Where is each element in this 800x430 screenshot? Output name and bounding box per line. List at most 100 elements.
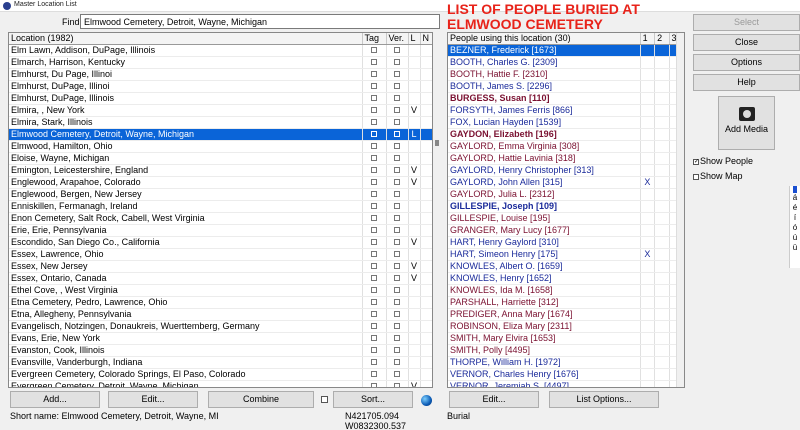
- tag-cell[interactable]: [362, 308, 387, 321]
- ver-cell[interactable]: [386, 140, 409, 153]
- tag-checkbox[interactable]: [371, 167, 377, 174]
- tag-checkbox[interactable]: [371, 239, 377, 246]
- add-button[interactable]: Add...: [10, 391, 100, 408]
- tag-checkbox[interactable]: [371, 251, 377, 258]
- tag-cell[interactable]: [362, 188, 387, 201]
- scroll-thumb[interactable]: [435, 140, 439, 146]
- tag-cell[interactable]: [362, 320, 387, 333]
- ver-cell[interactable]: [386, 128, 409, 141]
- special-char[interactable]: ü: [790, 243, 800, 253]
- person-row[interactable]: GRANGER, Mary Lucy [1677]: [448, 224, 684, 237]
- tag-cell[interactable]: [362, 92, 387, 105]
- ver-cell[interactable]: [386, 80, 409, 93]
- ver-checkbox[interactable]: [394, 167, 400, 174]
- tag-checkbox[interactable]: [371, 71, 377, 78]
- ver-checkbox[interactable]: [394, 143, 400, 150]
- ver-checkbox[interactable]: [394, 59, 400, 66]
- ver-cell[interactable]: [386, 200, 409, 213]
- select-button[interactable]: Select: [693, 14, 800, 31]
- ver-cell[interactable]: [386, 320, 409, 333]
- list-options-button[interactable]: List Options...: [549, 391, 659, 408]
- location-row[interactable]: Englewood, Arapahoe, Colorado V: [9, 176, 432, 189]
- ver-cell[interactable]: [386, 356, 409, 369]
- ver-cell[interactable]: [386, 332, 409, 345]
- tag-cell[interactable]: [362, 164, 387, 177]
- ver-cell[interactable]: [386, 272, 409, 285]
- ver-cell[interactable]: [386, 152, 409, 165]
- tag-checkbox[interactable]: [371, 191, 377, 198]
- col-l-header[interactable]: L: [408, 33, 421, 45]
- ver-cell[interactable]: [386, 260, 409, 273]
- person-row[interactable]: GAYLORD, Henry Christopher [313]: [448, 164, 684, 177]
- location-row[interactable]: Englewood, Bergen, New Jersey: [9, 188, 432, 201]
- special-char[interactable]: ú: [790, 233, 800, 243]
- col-location-header[interactable]: Location (1982): [9, 33, 363, 45]
- tag-cell[interactable]: [362, 248, 387, 261]
- person-row[interactable]: BURGESS, Susan [110]: [448, 92, 684, 105]
- tag-cell[interactable]: [362, 224, 387, 237]
- ver-checkbox[interactable]: [394, 191, 400, 198]
- tag-checkbox[interactable]: [371, 119, 377, 126]
- options-button[interactable]: Options: [693, 54, 800, 71]
- tag-checkbox[interactable]: [371, 275, 377, 282]
- location-row[interactable]: Elm Lawn, Addison, DuPage, Illinois: [9, 44, 432, 57]
- add-media-button[interactable]: Add Media: [718, 96, 775, 150]
- ver-checkbox[interactable]: [394, 383, 400, 387]
- tag-cell[interactable]: [362, 128, 387, 141]
- ver-cell[interactable]: [386, 212, 409, 225]
- person-row[interactable]: SMITH, Polly [4495]: [448, 344, 684, 357]
- ver-checkbox[interactable]: [394, 227, 400, 234]
- show-people-option[interactable]: ✓Show People: [693, 156, 753, 166]
- ver-cell[interactable]: [386, 224, 409, 237]
- person-row[interactable]: HART, Simeon Henry [175] X: [448, 248, 684, 261]
- special-char[interactable]: ó: [790, 223, 800, 233]
- col-2-header[interactable]: 2: [654, 33, 670, 45]
- person-row[interactable]: GAYDON, Elizabeth [196]: [448, 128, 684, 141]
- close-button[interactable]: Close: [693, 34, 800, 51]
- tag-checkbox[interactable]: [371, 59, 377, 66]
- person-row[interactable]: GAYLORD, Emma Virginia [308]: [448, 140, 684, 153]
- ver-checkbox[interactable]: [394, 131, 400, 138]
- show-map-option[interactable]: Show Map: [693, 171, 743, 181]
- ver-cell[interactable]: [386, 296, 409, 309]
- ver-checkbox[interactable]: [394, 299, 400, 306]
- ver-checkbox[interactable]: [394, 107, 400, 114]
- person-row[interactable]: PREDIGER, Anna Mary [1674]: [448, 308, 684, 321]
- find-input[interactable]: [80, 14, 440, 29]
- help-button[interactable]: Help: [693, 74, 800, 91]
- location-scrollbar[interactable]: [433, 32, 441, 388]
- tag-checkbox[interactable]: [371, 155, 377, 162]
- edit-location-button[interactable]: Edit...: [108, 391, 198, 408]
- ver-checkbox[interactable]: [394, 215, 400, 222]
- location-row[interactable]: Essex, Ontario, Canada V: [9, 272, 432, 285]
- tag-checkbox[interactable]: [371, 215, 377, 222]
- location-row[interactable]: Elmwood, Hamilton, Ohio: [9, 140, 432, 153]
- tag-cell[interactable]: [362, 44, 387, 57]
- ver-checkbox[interactable]: [394, 359, 400, 366]
- people-list[interactable]: People using this location (30) 1 2 3 BE…: [447, 32, 685, 388]
- tag-checkbox[interactable]: [371, 335, 377, 342]
- tag-checkbox[interactable]: [371, 227, 377, 234]
- person-row[interactable]: KNOWLES, Albert O. [1659]: [448, 260, 684, 273]
- ver-cell[interactable]: [386, 44, 409, 57]
- tag-cell[interactable]: [362, 68, 387, 81]
- ver-checkbox[interactable]: [394, 263, 400, 270]
- person-row[interactable]: FOX, Lucian Hayden [1539]: [448, 116, 684, 129]
- col-tag-header[interactable]: Tag: [362, 33, 387, 45]
- ver-checkbox[interactable]: [394, 239, 400, 246]
- location-row[interactable]: Evans, Erie, New York: [9, 332, 432, 345]
- tag-checkbox[interactable]: [371, 143, 377, 150]
- ver-cell[interactable]: [386, 308, 409, 321]
- show-map-checkbox[interactable]: [693, 173, 699, 180]
- location-row[interactable]: Elmira, Stark, Illinois: [9, 116, 432, 129]
- ver-cell[interactable]: [386, 188, 409, 201]
- person-row[interactable]: GAYLORD, Julia L. [2312]: [448, 188, 684, 201]
- ver-cell[interactable]: [386, 176, 409, 189]
- ver-checkbox[interactable]: [394, 47, 400, 54]
- tag-checkbox[interactable]: [371, 107, 377, 114]
- col-1-header[interactable]: 1: [640, 33, 656, 45]
- tag-cell[interactable]: [362, 296, 387, 309]
- location-row[interactable]: Evanston, Cook, Illinois: [9, 344, 432, 357]
- person-row[interactable]: GAYLORD, John Allen [315] X: [448, 176, 684, 189]
- location-row[interactable]: Etna Cemetery, Pedro, Lawrence, Ohio: [9, 296, 432, 309]
